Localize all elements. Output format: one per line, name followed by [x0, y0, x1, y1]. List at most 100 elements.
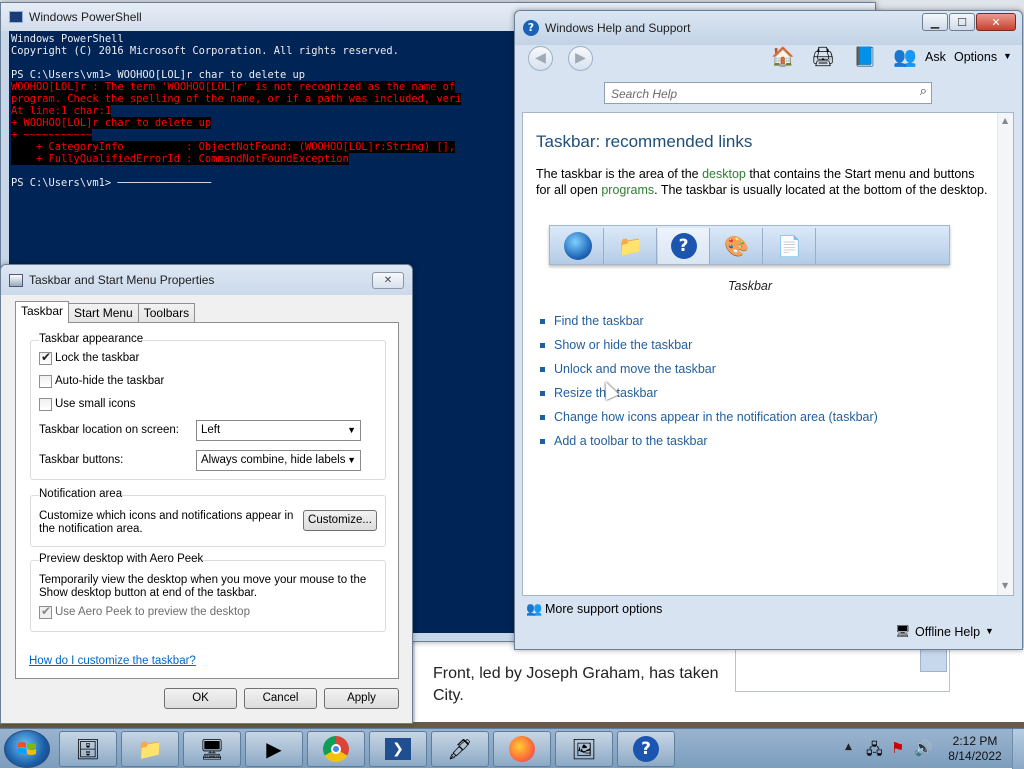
vertical-scrollbar[interactable]: ▲ ▼	[997, 113, 1013, 595]
help-intro-paragraph: The taskbar is the area of the desktop t…	[536, 166, 991, 198]
notification-description: Customize which icons and notifications …	[39, 510, 294, 535]
folder-icon[interactable]: 📁	[121, 731, 179, 767]
background-article-text: Front, led by Joseph Graham, has taken C…	[433, 665, 719, 704]
close-button[interactable]: ✕	[372, 272, 404, 289]
taskbar-appearance-group: Taskbar appearance Lock the taskbar Auto…	[30, 333, 386, 480]
help-icon: ?	[523, 20, 539, 36]
cancel-button[interactable]: Cancel	[244, 688, 317, 709]
chevron-down-icon: ▼	[347, 425, 356, 435]
help-link-resize[interactable]: Resize the taskbar	[540, 386, 658, 400]
background-panel	[950, 648, 1024, 728]
support-icon[interactable]: 👥	[526, 601, 542, 617]
maximize-button[interactable]: ☐	[949, 13, 975, 31]
ok-button[interactable]: OK	[164, 688, 237, 709]
forward-button[interactable]: ▶	[568, 46, 593, 71]
small-icons-checkbox[interactable]	[39, 398, 52, 411]
windows-taskbar: 🗄 📁 🖥 ▶ ❯ 🖋 🖼 ? ▲ 🖧 ⚑ 🔊 2:12 PM 8/14/202…	[0, 728, 1024, 769]
help-link-notification-icons[interactable]: Change how icons appear in the notificat…	[540, 410, 878, 424]
help-link-label[interactable]: Add a toolbar to the taskbar	[554, 434, 708, 448]
browse-help-icon[interactable]: 📘	[852, 44, 878, 70]
taskbar-buttons-select[interactable]: Always combine, hide labels ▼	[196, 450, 361, 471]
powershell-icon[interactable]: ❯	[369, 731, 427, 767]
monitor-icon[interactable]: 🖥	[895, 624, 910, 638]
photo-viewer-icon[interactable]: 🖼	[555, 731, 613, 767]
programs-link[interactable]: programs	[601, 183, 654, 197]
chrome-icon[interactable]	[307, 731, 365, 767]
taskbar-properties-titlebar[interactable]: Taskbar and Start Menu Properties	[1, 265, 412, 295]
location-value: Left	[201, 424, 221, 436]
tab-taskbar[interactable]: Taskbar	[15, 301, 70, 323]
network-icon[interactable]: 🖧	[866, 739, 883, 764]
taskbar-appearance-label: Taskbar appearance	[39, 333, 144, 345]
paint-icon: 🎨	[711, 228, 763, 264]
volume-icon[interactable]: 🔊	[914, 739, 933, 757]
console-line: program. Check the spelling of the name,…	[11, 93, 462, 105]
start-button[interactable]	[4, 730, 50, 768]
notification-area-label: Notification area	[39, 488, 123, 500]
small-icons-label[interactable]: Use small icons	[55, 398, 136, 410]
desktop-link[interactable]: desktop	[702, 167, 746, 181]
console-error-text: program. Check the spelling of the name,…	[11, 93, 462, 105]
scroll-down-icon[interactable]: ▼	[1002, 581, 1008, 590]
offline-help-menu[interactable]: Offline Help	[915, 625, 980, 639]
more-support-link[interactable]: More support options	[545, 602, 662, 616]
help-link-unlock[interactable]: Unlock and move the taskbar	[540, 362, 716, 376]
apply-button[interactable]: Apply	[324, 688, 399, 709]
help-link-label[interactable]: Change how icons appear in the notificat…	[554, 410, 878, 424]
help-link-find[interactable]: Find the taskbar	[540, 314, 644, 328]
taskbar-properties-dialog[interactable]: Taskbar and Start Menu Properties ✕ Task…	[0, 264, 413, 724]
tab-toolbars[interactable]: Toolbars	[137, 303, 196, 323]
autohide-label[interactable]: Auto-hide the taskbar	[55, 375, 164, 387]
search-input[interactable]: Search Help ⌕	[604, 82, 932, 104]
help-link-label[interactable]: Unlock and move the taskbar	[554, 362, 716, 376]
aero-peek-checkbox-label[interactable]: Use Aero Peek to preview the desktop	[55, 606, 250, 618]
notepad-icon: 📄	[764, 228, 816, 264]
console-line: At line:1 char:1	[11, 105, 112, 117]
ask-label[interactable]: Ask	[925, 50, 946, 64]
print-icon[interactable]: 🖨	[810, 44, 836, 70]
media-player-icon[interactable]: ▶	[245, 731, 303, 767]
inkscape-icon[interactable]: 🖋	[431, 731, 489, 767]
search-icon[interactable]: ⌕	[920, 84, 927, 99]
console-line: PS C:\Users\vm1> WOOHOO[LOL]r char to de…	[11, 69, 306, 81]
options-menu[interactable]: Options	[954, 50, 997, 64]
server-manager-icon[interactable]: 🗄	[59, 731, 117, 767]
help-link-toolbar[interactable]: Add a toolbar to the taskbar	[540, 434, 708, 448]
lock-taskbar-checkbox[interactable]	[39, 350, 52, 365]
ask-icon[interactable]: 👥	[892, 44, 918, 70]
chevron-down-icon: ▼	[347, 455, 356, 465]
action-center-icon[interactable]: ⚑	[891, 739, 904, 757]
help-icon[interactable]: ?	[617, 731, 675, 767]
control-panel-icon[interactable]: 🖥	[183, 731, 241, 767]
autohide-checkbox[interactable]	[39, 375, 52, 388]
more-support-bar: 👥 More support options	[522, 598, 1014, 620]
show-desktop-button[interactable]	[1012, 729, 1024, 769]
help-link-label[interactable]: Find the taskbar	[554, 314, 644, 328]
back-button[interactable]: ◀	[528, 46, 553, 71]
firefox-icon[interactable]	[493, 731, 551, 767]
help-support-title: Windows Help and Support	[545, 21, 691, 35]
scroll-up-icon[interactable]: ▲	[1002, 116, 1008, 125]
bullet-icon	[540, 415, 545, 421]
lock-taskbar-label[interactable]: Lock the taskbar	[55, 352, 139, 364]
location-select[interactable]: Left ▼	[196, 420, 361, 441]
close-button[interactable]: ✕	[976, 13, 1016, 31]
tray-overflow-icon[interactable]: ▲	[845, 742, 852, 752]
minimize-button[interactable]: ▁	[922, 13, 948, 31]
help-link-label[interactable]: Show or hide the taskbar	[554, 338, 692, 352]
folder-icon: 📁	[605, 228, 657, 264]
powershell-icon	[9, 11, 23, 23]
customize-help-link[interactable]: How do I customize the taskbar?	[29, 655, 196, 667]
home-icon[interactable]: 🏠	[770, 44, 796, 70]
chevron-down-icon[interactable]: ▼	[985, 626, 994, 636]
customize-button[interactable]: Customize...	[303, 510, 377, 531]
tab-start-menu[interactable]: Start Menu	[68, 303, 139, 323]
help-link-show-hide[interactable]: Show or hide the taskbar	[540, 338, 692, 352]
system-clock[interactable]: 2:12 PM 8/14/2022	[940, 734, 1010, 764]
chevron-down-icon[interactable]: ▼	[1003, 51, 1012, 61]
location-label: Taskbar location on screen:	[39, 424, 179, 436]
buttons-label: Taskbar buttons:	[39, 454, 124, 466]
aero-peek-checkbox[interactable]	[39, 604, 52, 619]
bullet-icon	[540, 343, 545, 349]
taskbar-tab-panel: Taskbar appearance Lock the taskbar Auto…	[15, 322, 399, 679]
